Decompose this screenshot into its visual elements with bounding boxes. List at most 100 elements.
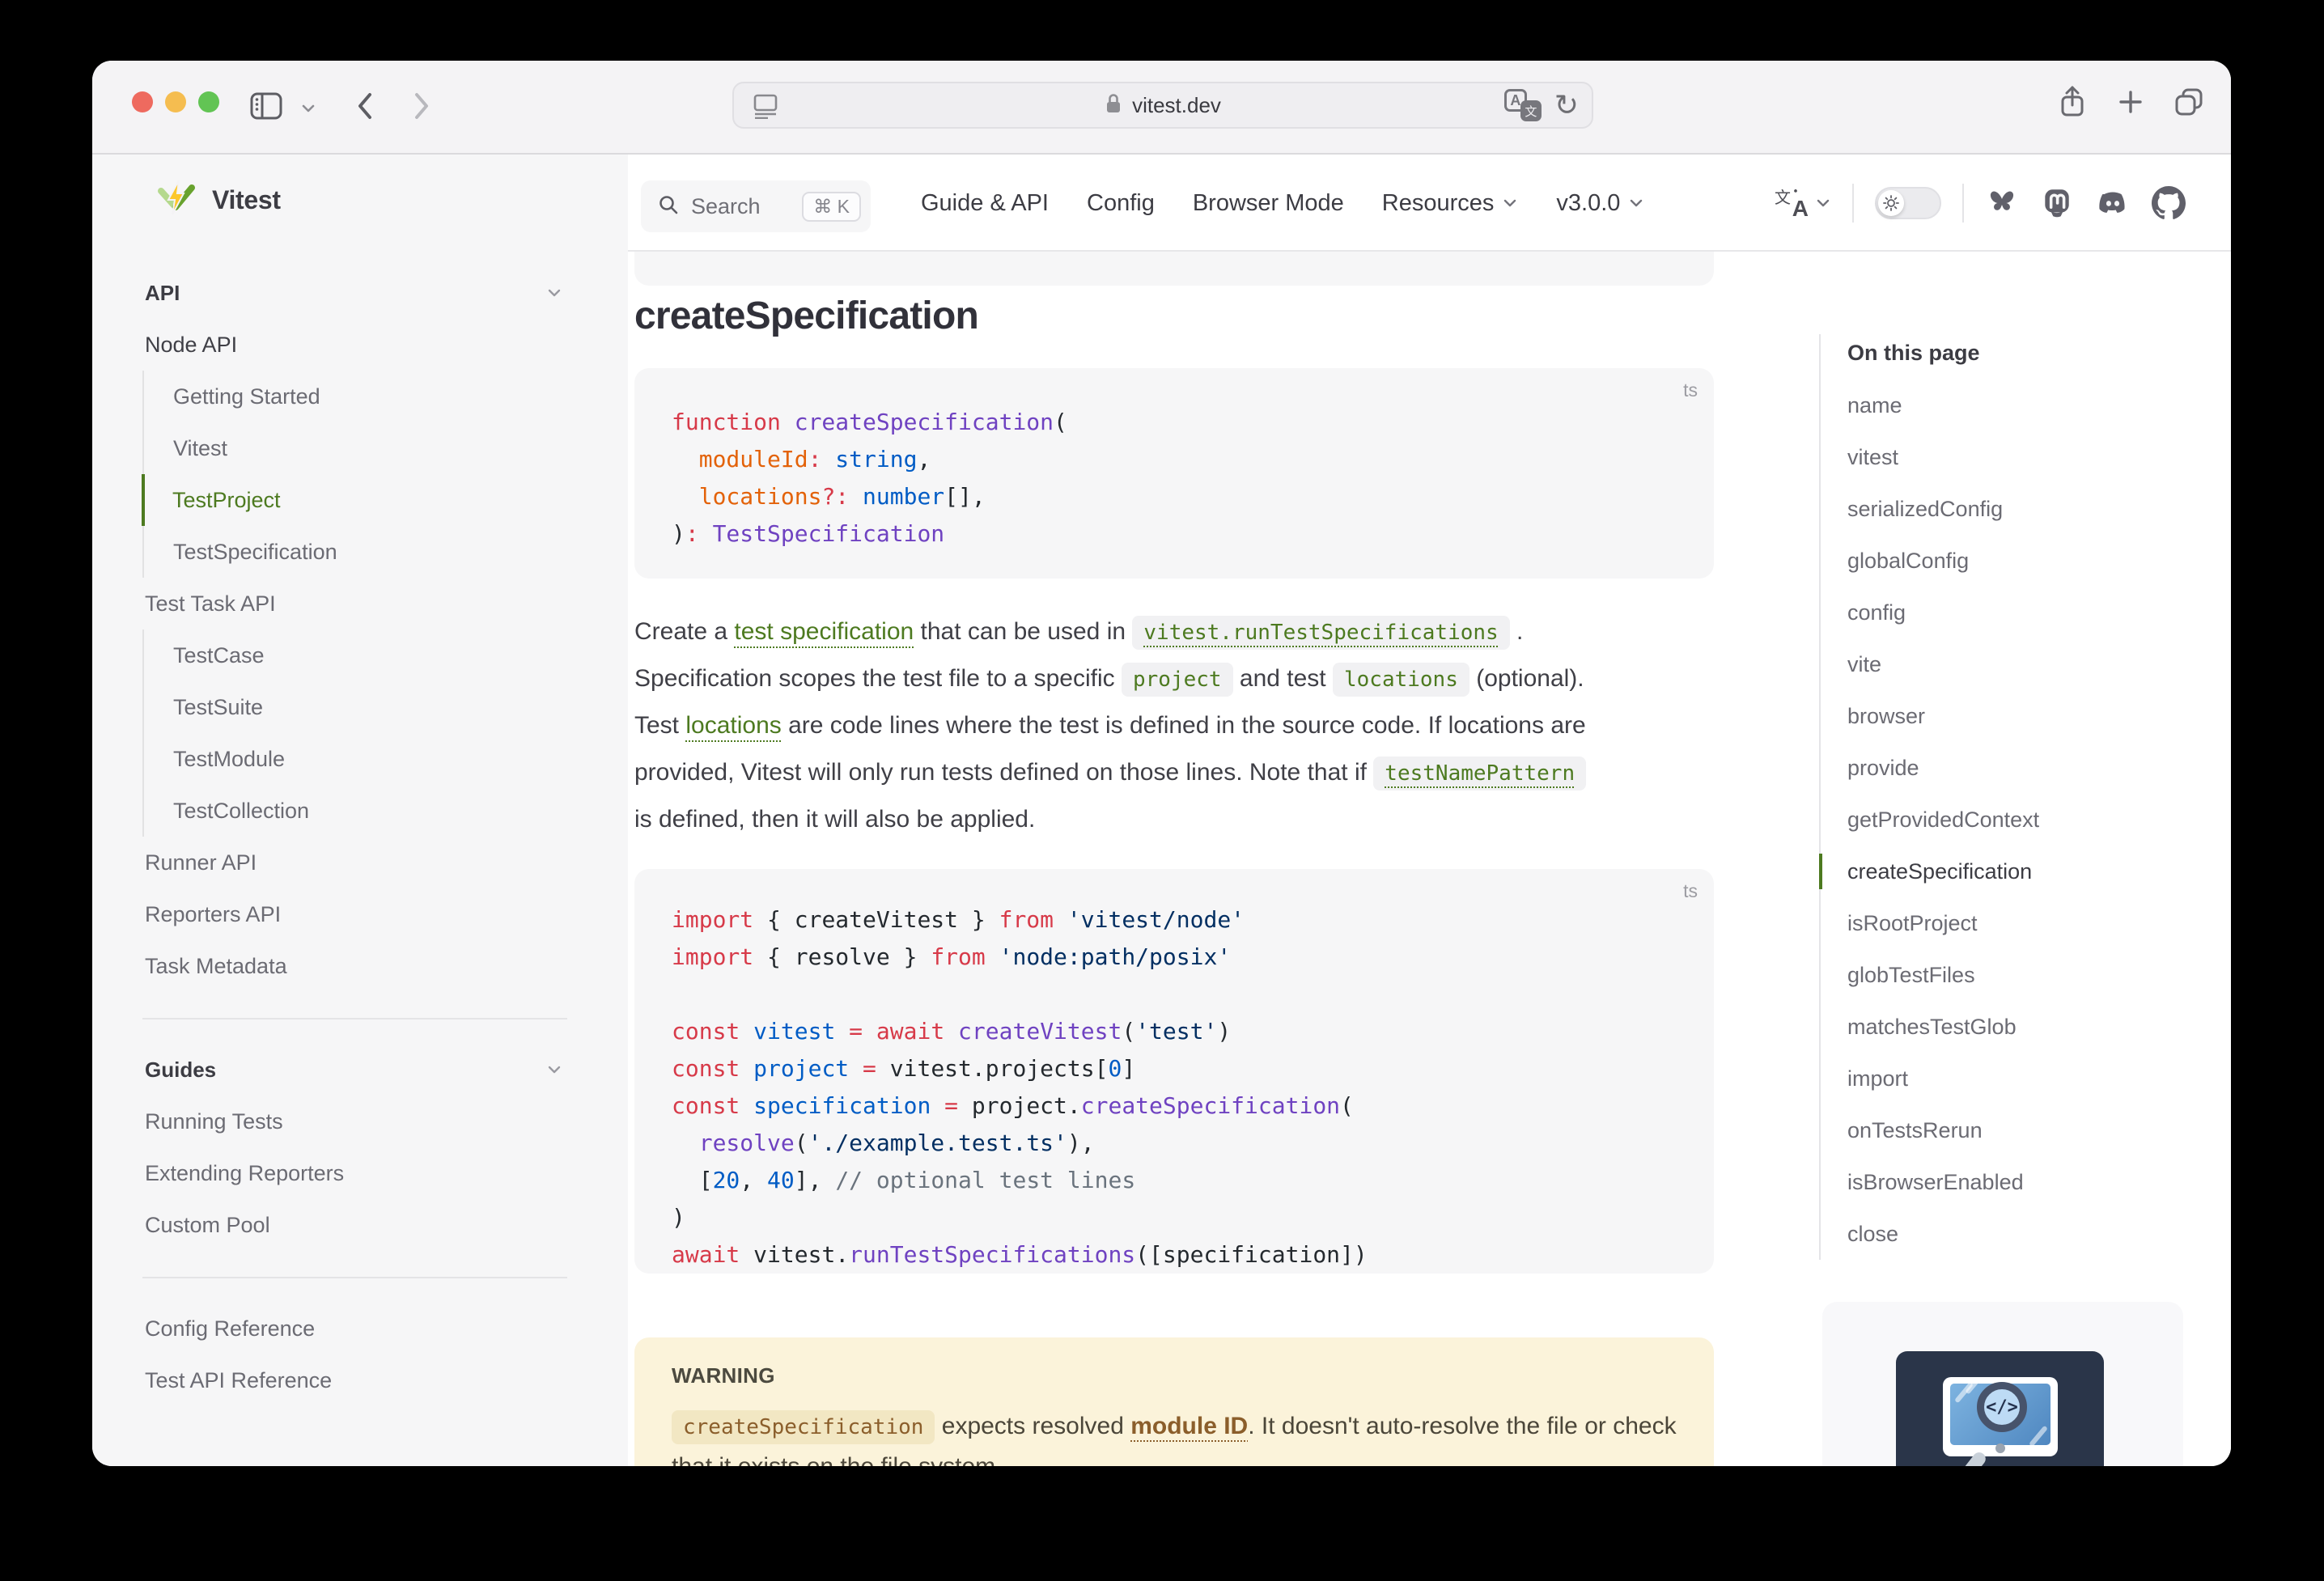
inline-link[interactable]: locations bbox=[685, 712, 781, 739]
toc-item-globalconfig[interactable]: globalConfig bbox=[1847, 535, 2167, 587]
toc-item-serializedconfig[interactable]: serializedConfig bbox=[1847, 483, 2167, 535]
sponsor-image: </> bbox=[1896, 1351, 2104, 1466]
sponsor-card[interactable]: </> bbox=[1822, 1302, 2183, 1466]
zoom-window-button[interactable] bbox=[198, 91, 219, 112]
toc-item-provide[interactable]: provide bbox=[1847, 742, 2167, 794]
toc-item-isrootproject[interactable]: isRootProject bbox=[1847, 897, 2167, 949]
text-token: 'vitest/node' bbox=[1067, 906, 1245, 933]
sidebar-item-api[interactable]: API bbox=[145, 267, 567, 319]
translate-icon[interactable]: A 文 bbox=[1504, 89, 1542, 121]
sidebar-item-test-api-reference[interactable]: Test API Reference bbox=[145, 1354, 567, 1406]
vitest-logo[interactable]: Vitest bbox=[157, 179, 281, 222]
toc-item-import[interactable]: import bbox=[1847, 1053, 2167, 1104]
description-paragraph: Create a test specification that can be … bbox=[634, 608, 1735, 843]
toc-item-browser[interactable]: browser bbox=[1847, 690, 2167, 742]
text-token bbox=[849, 1055, 863, 1082]
mastodon-icon[interactable] bbox=[2040, 186, 2074, 220]
toc-item-ontestsrerun[interactable]: onTestsRerun bbox=[1847, 1104, 2167, 1156]
sidebar-item-testmodule[interactable]: TestModule bbox=[142, 733, 567, 785]
inline-link[interactable]: testNamePattern bbox=[1373, 757, 1586, 790]
text-token: const bbox=[672, 1018, 740, 1045]
sidebar-item-testspecification[interactable]: TestSpecification bbox=[142, 526, 567, 578]
toc-item-close[interactable]: close bbox=[1847, 1208, 2167, 1260]
nav-browser-mode[interactable]: Browser Mode bbox=[1193, 190, 1344, 217]
sidebar-item-task-metadata[interactable]: Task Metadata bbox=[145, 940, 567, 992]
github-icon[interactable] bbox=[2152, 186, 2186, 220]
toggle-sidebar-icon[interactable] bbox=[249, 91, 283, 121]
sidebar-item-extending-reporters[interactable]: Extending Reporters bbox=[145, 1147, 567, 1199]
tab-overview-icon[interactable] bbox=[2171, 84, 2207, 124]
text-token: ), bbox=[1067, 1130, 1095, 1156]
text-token: (optional). bbox=[1469, 665, 1584, 692]
sidebar-divider bbox=[145, 992, 567, 1044]
bluesky-icon[interactable] bbox=[1985, 187, 2019, 219]
sidebar-item-testsuite[interactable]: TestSuite bbox=[142, 681, 567, 733]
toc-item-config[interactable]: config bbox=[1847, 587, 2167, 638]
discord-icon[interactable] bbox=[2095, 186, 2131, 220]
nav-guide-api[interactable]: Guide & API bbox=[921, 190, 1049, 217]
sidebar-item-node-api[interactable]: Node API bbox=[145, 319, 567, 371]
warning-title: WARNING bbox=[672, 1363, 775, 1388]
divider bbox=[1962, 184, 1964, 223]
sidebar-item-getting-started[interactable]: Getting Started bbox=[142, 371, 567, 422]
inline-link[interactable]: module ID bbox=[1130, 1413, 1248, 1439]
toc-item-getprovidedcontext[interactable]: getProvidedContext bbox=[1847, 794, 2167, 846]
language-menu[interactable]: 文̇A bbox=[1775, 186, 1831, 220]
browser-window: vitest.dev A 文 ↻ bbox=[92, 61, 2231, 1466]
text-token: import bbox=[672, 906, 753, 933]
sidebar-item-testproject[interactable]: TestProject bbox=[142, 474, 567, 526]
share-icon[interactable] bbox=[2055, 83, 2090, 125]
address-bar[interactable]: vitest.dev A 文 ↻ bbox=[732, 82, 1593, 129]
page-title: createSpecification bbox=[634, 294, 978, 338]
text-token bbox=[863, 1018, 876, 1045]
sidebar-item-test-task-api[interactable]: Test Task API bbox=[145, 578, 567, 629]
text-token: Test bbox=[634, 712, 685, 739]
text-token: ( bbox=[1340, 1092, 1354, 1119]
nav-config[interactable]: Config bbox=[1087, 190, 1155, 217]
nav-resources[interactable]: Resources bbox=[1382, 190, 1519, 217]
close-window-button[interactable] bbox=[132, 91, 153, 112]
text-token: that can be used in bbox=[914, 618, 1132, 645]
toc-item-name[interactable]: name bbox=[1847, 379, 2167, 431]
toc-item-isbrowserenabled[interactable]: isBrowserEnabled bbox=[1847, 1156, 2167, 1208]
on-this-page: On this page namevitestserializedConfigg… bbox=[1819, 334, 2167, 1260]
sidebar-item-vitest[interactable]: Vitest bbox=[142, 422, 567, 474]
text-token: await bbox=[672, 1241, 740, 1268]
toc-item-createspecification[interactable]: createSpecification bbox=[1847, 846, 2167, 897]
sidebar-item-reporters-api[interactable]: Reporters API bbox=[145, 888, 567, 940]
text-token: ([specification]) bbox=[1135, 1241, 1368, 1268]
reload-icon[interactable]: ↻ bbox=[1554, 91, 1579, 120]
sidebar-item-testcollection[interactable]: TestCollection bbox=[142, 785, 567, 837]
toc-item-vitest[interactable]: vitest bbox=[1847, 431, 2167, 483]
text-token: that it exists on the file system. bbox=[672, 1453, 1003, 1466]
text-token bbox=[672, 1130, 699, 1156]
back-button[interactable] bbox=[353, 88, 377, 124]
inline-link[interactable]: test specification bbox=[734, 618, 914, 645]
toc-item-matchestestglob[interactable]: matchesTestGlob bbox=[1847, 1001, 2167, 1053]
text-token: project. bbox=[958, 1092, 1081, 1119]
sidebar-item-running-tests[interactable]: Running Tests bbox=[145, 1096, 567, 1147]
sidebar-divider bbox=[145, 1251, 567, 1303]
sidebar-item-guides[interactable]: Guides bbox=[145, 1044, 567, 1096]
monitor-illustration: </> bbox=[1943, 1377, 2058, 1456]
translate-icon: 文̇A bbox=[1775, 186, 1809, 220]
text-token bbox=[821, 446, 835, 473]
search-input[interactable]: Search ⌘ K bbox=[641, 180, 871, 232]
toc-item-globtestfiles[interactable]: globTestFiles bbox=[1847, 949, 2167, 1001]
nav-v3-0-0[interactable]: v3.0.0 bbox=[1556, 190, 1644, 217]
minimize-window-button[interactable] bbox=[165, 91, 186, 112]
theme-toggle[interactable] bbox=[1875, 187, 1941, 219]
sidebar-item-config-reference[interactable]: Config Reference bbox=[145, 1303, 567, 1354]
vitest-logo-icon bbox=[157, 179, 196, 222]
sidebar-item-runner-api[interactable]: Runner API bbox=[145, 837, 567, 888]
text-token: : bbox=[685, 520, 699, 547]
text-token bbox=[835, 1018, 849, 1045]
toc-item-vite[interactable]: vite bbox=[1847, 638, 2167, 690]
sidebar-item-testcase[interactable]: TestCase bbox=[142, 629, 567, 681]
forward-button[interactable] bbox=[409, 88, 434, 124]
inline-link[interactable]: vitest.runTestSpecifications bbox=[1132, 616, 1509, 650]
sidebar-item-custom-pool[interactable]: Custom Pool bbox=[145, 1199, 567, 1251]
sidebar-menu-chevron-icon[interactable] bbox=[299, 100, 317, 117]
new-tab-icon[interactable] bbox=[2114, 86, 2147, 122]
magnifier-icon: </> bbox=[1977, 1382, 2027, 1432]
